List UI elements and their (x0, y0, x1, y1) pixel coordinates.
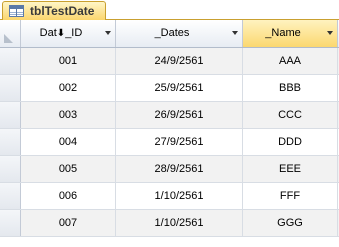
table-row[interactable]: 005 28/9/2561 EEE (0, 156, 339, 183)
record-selector[interactable] (0, 75, 21, 101)
cell-id[interactable]: 006 (21, 183, 116, 209)
document-tab-strip: tblTestDate (0, 0, 339, 20)
select-all-corner[interactable] (0, 20, 21, 47)
cell-id[interactable]: 005 (21, 156, 116, 182)
cell-id[interactable]: 004 (21, 129, 116, 155)
select-all-triangle-icon (4, 34, 13, 43)
cell-date[interactable]: 1/10/2561 (116, 183, 243, 209)
table-row[interactable]: 006 1/10/2561 FFF (0, 183, 339, 210)
cell-name[interactable]: AAA (243, 48, 338, 74)
record-selector[interactable] (0, 210, 21, 236)
cell-id[interactable]: 002 (21, 75, 116, 101)
datasheet-header: Dat⬇_ID _Dates _Name (0, 20, 339, 48)
chevron-down-icon[interactable] (232, 31, 238, 35)
table-row[interactable]: 004 27/9/2561 DDD (0, 129, 339, 156)
cell-date[interactable]: 27/9/2561 (116, 129, 243, 155)
record-selector[interactable] (0, 129, 21, 155)
column-header-dates[interactable]: _Dates (116, 20, 243, 47)
datasheet-body: 001 24/9/2561 AAA 002 25/9/2561 BBB 003 … (0, 48, 339, 237)
cell-name[interactable]: DDD (243, 129, 338, 155)
column-header-label: _Name (265, 27, 301, 39)
cell-date[interactable]: 24/9/2561 (116, 48, 243, 74)
sort-descending-icon: ⬇ (56, 28, 66, 39)
record-selector[interactable] (0, 156, 21, 182)
table-row[interactable]: 001 24/9/2561 AAA (0, 48, 339, 75)
cell-date[interactable]: 26/9/2561 (116, 102, 243, 128)
cell-id[interactable]: 007 (21, 210, 116, 236)
record-selector[interactable] (0, 102, 21, 128)
chevron-down-icon[interactable] (327, 31, 333, 35)
record-selector[interactable] (0, 183, 21, 209)
tab-label: tblTestDate (30, 4, 95, 18)
table-row[interactable]: 003 26/9/2561 CCC (0, 102, 339, 129)
cell-name[interactable]: CCC (243, 102, 338, 128)
cell-id[interactable]: 003 (21, 102, 116, 128)
cell-name[interactable]: FFF (243, 183, 338, 209)
cell-id[interactable]: 001 (21, 48, 116, 74)
cell-date[interactable]: 1/10/2561 (116, 210, 243, 236)
cell-date[interactable]: 28/9/2561 (116, 156, 243, 182)
tab-tbltestdate[interactable]: tblTestDate (2, 1, 106, 20)
column-header-label: _Dates (154, 27, 190, 39)
column-header-date-id[interactable]: Dat⬇_ID (21, 20, 116, 47)
cell-name[interactable]: EEE (243, 156, 338, 182)
table-icon (9, 5, 24, 17)
cell-date[interactable]: 25/9/2561 (116, 75, 243, 101)
cell-name[interactable]: BBB (243, 75, 338, 101)
record-selector[interactable] (0, 48, 21, 74)
chevron-down-icon[interactable] (105, 31, 111, 35)
cell-name[interactable]: GGG (243, 210, 338, 236)
table-row[interactable]: 002 25/9/2561 BBB (0, 75, 339, 102)
table-row[interactable]: 007 1/10/2561 GGG (0, 210, 339, 237)
column-header-label: _ID (65, 27, 83, 39)
column-header-label: Dat (39, 27, 57, 39)
column-header-name[interactable]: _Name (243, 20, 338, 47)
